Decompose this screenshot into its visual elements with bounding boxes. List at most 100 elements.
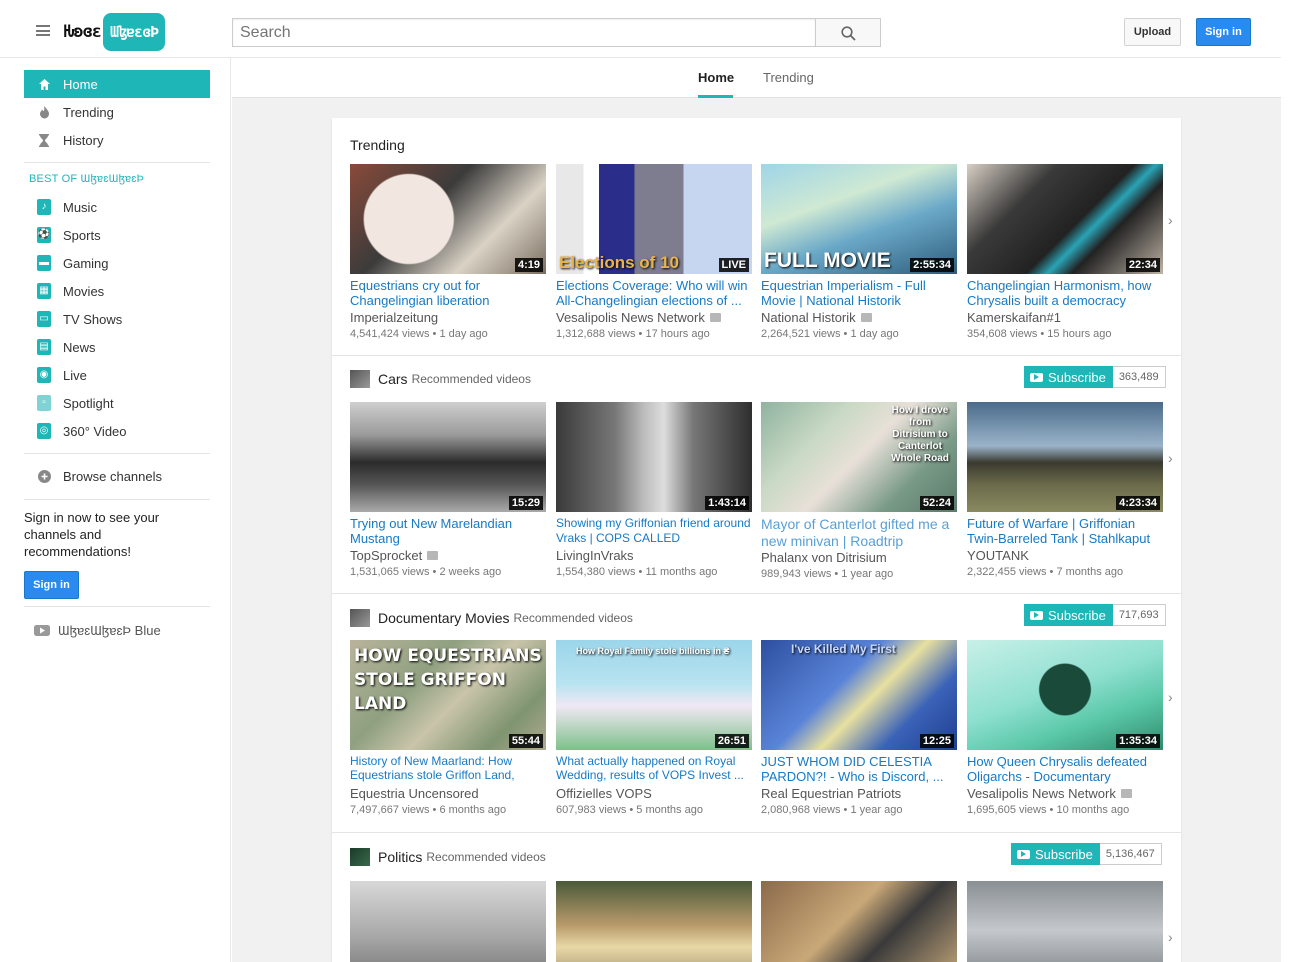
sidebar-item-label: Live bbox=[63, 367, 87, 383]
video-channel[interactable]: YOUTANK bbox=[967, 548, 1163, 563]
video-duration: 52:24 bbox=[919, 496, 954, 510]
video-card bbox=[761, 881, 957, 962]
video-title[interactable]: Elections Coverage: Who will win All-Cha… bbox=[556, 278, 752, 308]
video-card: 15:29 Trying out New Marelandian Mustang… bbox=[350, 402, 546, 578]
video-thumbnail[interactable]: HOW EQUESTRIANS STOLE GRIFFON LAND 55:44 bbox=[350, 640, 546, 750]
channel-name: Phalanx von Ditrisium bbox=[761, 550, 887, 565]
next-arrow-icon[interactable]: › bbox=[1168, 450, 1173, 466]
video-thumbnail[interactable]: 15:29 bbox=[350, 402, 546, 512]
sidebar-item-browse-channels[interactable]: Browse channels bbox=[24, 462, 210, 490]
video-meta: 1,312,688 views • 17 hours ago bbox=[556, 328, 710, 340]
section-title[interactable]: Cars Recommended videos bbox=[350, 370, 531, 388]
search-input[interactable] bbox=[232, 18, 815, 47]
video-thumbnail[interactable]: 4:19 bbox=[350, 164, 546, 274]
next-arrow-icon[interactable]: › bbox=[1168, 212, 1173, 228]
video-card: 4:23:34 Future of Warfare | Griffonian T… bbox=[967, 402, 1163, 578]
next-arrow-icon[interactable]: › bbox=[1168, 689, 1173, 705]
sidebar-item-news[interactable]: ▤ News bbox=[24, 333, 210, 361]
video-channel[interactable]: LivingInVraks bbox=[556, 548, 752, 563]
sidebar-item-trending[interactable]: Trending bbox=[24, 98, 210, 126]
video-title[interactable]: Future of Warfare | Griffonian Twin-Barr… bbox=[967, 516, 1163, 546]
video-thumbnail[interactable]: How Royal Family stole billions in ₴ 26:… bbox=[556, 640, 752, 750]
music-icon: ♪ bbox=[37, 199, 51, 215]
sidebar-item-label: History bbox=[63, 132, 104, 148]
recommended-label: Recommended videos bbox=[426, 850, 546, 864]
hamburger-menu-icon[interactable] bbox=[36, 25, 50, 36]
next-arrow-icon[interactable]: › bbox=[1168, 929, 1173, 945]
upload-button[interactable]: Upload bbox=[1124, 18, 1181, 46]
sidebar-item-live[interactable]: ◉ Live bbox=[24, 361, 210, 389]
channel-avatar bbox=[350, 370, 370, 388]
video-duration: 4:23:34 bbox=[1116, 496, 1160, 510]
video-channel[interactable]: Offizielles VOPS bbox=[556, 786, 752, 801]
video-title[interactable]: History of New Maarland: How Equestrians… bbox=[350, 754, 546, 784]
sidebar-item-360-video[interactable]: ◎ 360° Video bbox=[24, 417, 210, 445]
blue-link[interactable]: ƜɮɐɛƜɮɐɛÞ Blue bbox=[34, 623, 161, 638]
video-title[interactable]: Equestrians cry out for Changelingian li… bbox=[350, 278, 546, 308]
sidebar-item-home[interactable]: Home bbox=[24, 70, 210, 98]
video-title[interactable]: Equestrian Imperialism - Full Movie | Na… bbox=[761, 278, 957, 308]
sidebar-item-music[interactable]: ♪ Music bbox=[24, 193, 210, 221]
sidebar-item-sports[interactable]: ⚽ Sports bbox=[24, 221, 210, 249]
subscribe-button[interactable]: Subscribe 717,693 bbox=[1024, 604, 1166, 626]
sidebar-item-tv-shows[interactable]: ▭ TV Shows bbox=[24, 305, 210, 333]
sidebar-item-gaming[interactable]: ▬ Gaming bbox=[24, 249, 210, 277]
logo-text-left: Ƕʚɞɛ bbox=[64, 22, 102, 42]
view-count: 1,695,605 views bbox=[967, 804, 1047, 816]
video-duration: 15:29 bbox=[508, 496, 543, 510]
section-title[interactable]: Documentary Movies Recommended videos bbox=[350, 609, 633, 627]
video-channel[interactable]: Imperialzeitung bbox=[350, 310, 546, 325]
video-thumbnail[interactable] bbox=[967, 881, 1163, 962]
upload-age: 6 months ago bbox=[439, 804, 507, 816]
video-thumbnail[interactable]: 22:34 bbox=[967, 164, 1163, 274]
search-button[interactable] bbox=[815, 18, 881, 47]
subscribe-button[interactable]: Subscribe 5,136,467 bbox=[1011, 843, 1162, 865]
video-thumbnail[interactable] bbox=[761, 881, 957, 962]
sidebar-signin-button[interactable]: Sign in bbox=[24, 571, 79, 599]
video-thumbnail[interactable] bbox=[350, 881, 546, 962]
video-title[interactable]: What actually happened on Royal Wedding,… bbox=[556, 754, 752, 784]
video-channel[interactable]: Phalanx von Ditrisium bbox=[761, 550, 957, 565]
video-card: 22:34 Changelingian Harmonism, how Chrys… bbox=[967, 164, 1163, 340]
upload-age: 11 months ago bbox=[645, 566, 718, 578]
view-count: 4,541,424 views bbox=[350, 328, 430, 340]
video-title[interactable]: Mayor of Canterlot gifted me a new miniv… bbox=[761, 516, 957, 550]
logo[interactable]: Ƕʚɞɛ ƜɮɐɛɞÞ bbox=[64, 13, 166, 51]
video-thumbnail[interactable]: 4:23:34 bbox=[967, 402, 1163, 512]
video-thumbnail[interactable]: I've Killed My First 12:25 bbox=[761, 640, 957, 750]
video-thumbnail[interactable]: Elections of 10 LIVE bbox=[556, 164, 752, 274]
video-channel[interactable]: Vesalipolis News Network bbox=[967, 786, 1163, 801]
subscribe-label: Subscribe bbox=[1048, 369, 1106, 385]
video-title[interactable]: How Queen Chrysalis defeated Oligarchs -… bbox=[967, 754, 1163, 784]
video-thumbnail[interactable] bbox=[556, 881, 752, 962]
video-channel[interactable]: TopSprocket bbox=[350, 548, 546, 563]
subscribe-button[interactable]: Subscribe 363,489 bbox=[1024, 366, 1166, 388]
video-channel[interactable]: Equestria Uncensored bbox=[350, 786, 546, 801]
sidebar-item-label: Sports bbox=[63, 227, 101, 243]
sidebar-item-spotlight[interactable]: ▫ Spotlight bbox=[24, 389, 210, 417]
channel-name: Vesalipolis News Network bbox=[556, 310, 705, 325]
video-channel[interactable]: Real Equestrian Patriots bbox=[761, 786, 957, 801]
thumbnail-overlay-text: Elections of 10 bbox=[559, 253, 679, 272]
video-thumbnail[interactable]: 1:43:14 bbox=[556, 402, 752, 512]
video-thumbnail[interactable]: FULL MOVIE 2:55:34 bbox=[761, 164, 957, 274]
section-title[interactable]: Politics Recommended videos bbox=[350, 848, 546, 866]
sidebar-item-movies[interactable]: ▦ Movies bbox=[24, 277, 210, 305]
divider bbox=[24, 499, 210, 500]
tab-trending[interactable]: Trending bbox=[763, 70, 814, 85]
video-channel[interactable]: National Historik bbox=[761, 310, 957, 325]
upload-age: 17 hours ago bbox=[645, 328, 710, 340]
tab-home[interactable]: Home bbox=[698, 70, 734, 85]
video-title[interactable]: Trying out New Marelandian Mustang bbox=[350, 516, 546, 546]
video-title[interactable]: Showing my Griffonian friend around Vrak… bbox=[556, 516, 752, 546]
sidebar-item-history[interactable]: History bbox=[24, 126, 210, 154]
video-thumbnail[interactable]: 1:35:34 bbox=[967, 640, 1163, 750]
video-channel[interactable]: Vesalipolis News Network bbox=[556, 310, 752, 325]
video-title[interactable]: JUST WHOM DID CELESTIA PARDON?! - Who is… bbox=[761, 754, 957, 784]
video-channel[interactable]: Kamerskaifan#1 bbox=[967, 310, 1163, 325]
signin-button[interactable]: Sign in bbox=[1196, 18, 1251, 46]
video-thumbnail[interactable]: How I drove from Ditrisium to Canterlot … bbox=[761, 402, 957, 512]
section-title[interactable]: Trending bbox=[350, 137, 405, 153]
video-title[interactable]: Changelingian Harmonism, how Chrysalis b… bbox=[967, 278, 1163, 308]
sidebar-item-label: Movies bbox=[63, 283, 105, 299]
